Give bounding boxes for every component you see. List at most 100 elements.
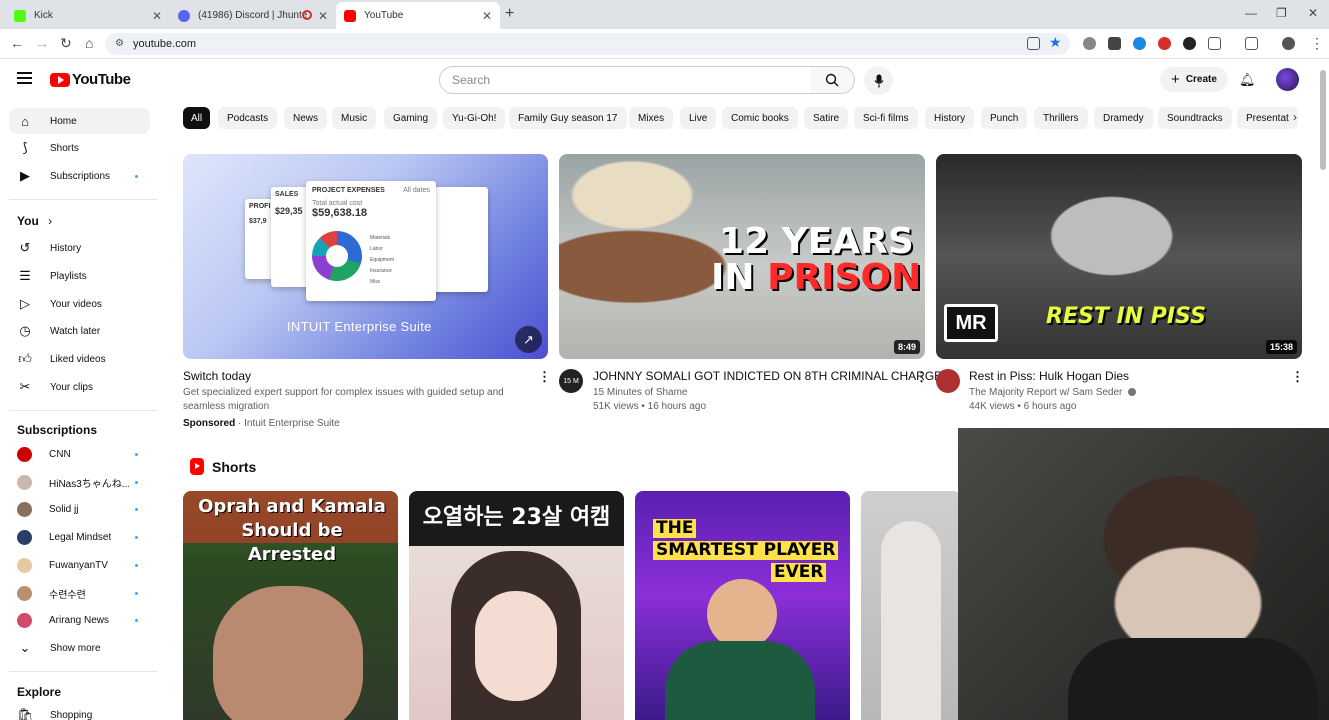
chip-music[interactable]: Music — [332, 107, 377, 129]
more-options-icon[interactable]: ⋮ — [915, 369, 928, 385]
ad-sponsored-line: Sponsored · Intuit Enterprise Suite — [183, 418, 340, 429]
voice-search-button[interactable] — [864, 66, 893, 95]
search-input[interactable]: Search — [439, 66, 811, 94]
chip-satire[interactable]: Satire — [804, 107, 849, 129]
video-title[interactable]: Rest in Piss: Hulk Hogan Dies — [969, 369, 1129, 383]
sidebar-item-playlists[interactable]: ☰ Playlists — [9, 263, 150, 289]
short-card[interactable]: Oprah and Kamala Should be Arrested — [183, 491, 398, 720]
chip-soundtracks[interactable]: Soundtracks — [1158, 107, 1232, 129]
menu-icon[interactable] — [17, 72, 32, 84]
restore-icon[interactable]: ❐ — [1276, 6, 1287, 20]
close-window-icon[interactable]: ✕ — [1308, 6, 1318, 20]
sidebar-item-shorts[interactable]: ⟆ Shorts — [9, 135, 150, 161]
discord-favicon-icon — [178, 9, 190, 22]
short-card[interactable]: THE SMARTEST PLAYER EVER — [635, 491, 850, 720]
more-options-icon[interactable]: ⋮ — [1291, 369, 1304, 385]
bookmark-star-icon[interactable]: ★ — [1049, 34, 1062, 51]
chip-sci-fi-films[interactable]: Sci-fi films — [854, 107, 918, 129]
minimize-icon[interactable]: — — [1245, 6, 1257, 20]
chip-podcasts[interactable]: Podcasts — [218, 107, 278, 129]
chip-comic-books[interactable]: Comic books — [722, 107, 798, 129]
chip-live[interactable]: Live — [680, 107, 717, 129]
reload-icon[interactable]: ↻ — [60, 35, 72, 52]
youtube-logo[interactable]: YouTube — [50, 71, 131, 88]
address-bar[interactable]: ⚙ youtube.com — [105, 33, 1070, 55]
home-browser-icon[interactable]: ⌂ — [85, 35, 93, 51]
sidebar-channel-hinas3[interactable]: HiNas3ちゃんね... — [9, 469, 150, 495]
video-thumbnail[interactable]: MR REST IN PISS 15:38 — [936, 154, 1302, 359]
chip-all[interactable]: All — [183, 107, 210, 129]
sidebar-item-history[interactable]: ↺ History — [9, 235, 150, 261]
notifications-bell-icon[interactable]: 🔔︎ — [1239, 72, 1256, 88]
video-title[interactable]: JOHNNY SOMALI GOT INDICTED ON 8TH CRIMIN… — [593, 369, 942, 383]
extension-icon[interactable] — [1158, 37, 1171, 50]
side-panel-icon[interactable] — [1245, 37, 1258, 50]
close-icon[interactable]: ✕ — [318, 9, 328, 23]
sidebar-channel-solid-jj[interactable]: Solid jj — [9, 496, 150, 522]
site-info-icon[interactable]: ⚙ — [115, 38, 124, 49]
extension-icon[interactable] — [1133, 37, 1146, 50]
sidebar-channel-arirang-news[interactable]: Arirang News — [9, 607, 150, 633]
account-avatar[interactable] — [1276, 68, 1299, 91]
shorts-heading: Shorts — [190, 458, 256, 475]
sidebar-channel-cnn[interactable]: CNN — [9, 441, 150, 467]
external-link-icon[interactable]: ↗ — [515, 326, 542, 353]
create-button[interactable]: + Create — [1160, 67, 1228, 92]
chip-gaming[interactable]: Gaming — [384, 107, 438, 129]
more-options-icon[interactable]: ⋮ — [538, 369, 551, 385]
sidebar-item-subscriptions[interactable]: ▶︎ Subscriptions — [9, 163, 150, 189]
channel-avatar[interactable]: 15 M — [559, 369, 583, 393]
chip-dramedy[interactable]: Dramedy — [1094, 107, 1153, 129]
browser-menu-icon[interactable]: ⋮ — [1310, 35, 1324, 52]
chip-news[interactable]: News — [284, 107, 328, 129]
chip-punch[interactable]: Punch — [981, 107, 1028, 129]
your-videos-icon: ▷ — [20, 296, 30, 311]
chip-history[interactable]: History — [925, 107, 975, 129]
new-tab-button[interactable]: + — [505, 5, 514, 23]
sidebar-channel-fuwanyantv[interactable]: FuwanyanTV — [9, 552, 150, 578]
channel-avatar[interactable] — [936, 369, 960, 393]
sidebar-item-your-clips[interactable]: ✂ Your clips — [9, 374, 150, 400]
sidebar-item-watch-later[interactable]: ◷ Watch later — [9, 318, 150, 344]
video-thumbnail[interactable]: 12 YEARS IN PRISON 8:49 — [559, 154, 925, 359]
sidebar-item-shopping[interactable]: 🛍︎ Shopping — [9, 702, 150, 720]
profile-icon[interactable] — [1282, 37, 1295, 50]
chip-yugioh[interactable]: Yu-Gi-Oh! — [443, 107, 506, 129]
browser-tab-youtube[interactable]: YouTube ✕ — [336, 2, 500, 29]
close-icon[interactable]: ✕ — [152, 9, 162, 23]
you-heading[interactable]: You › — [17, 214, 52, 228]
extension-icon[interactable] — [1108, 37, 1121, 50]
extension-icon[interactable] — [1183, 37, 1196, 50]
browser-tab-discord[interactable]: (41986) Discord | Jhunter, ... ✕ — [170, 2, 336, 29]
channel-name[interactable]: The Majority Report w/ Sam Seder — [969, 387, 1137, 398]
chevron-right-icon[interactable]: › — [1293, 110, 1297, 124]
extension-icon[interactable] — [1083, 37, 1096, 50]
sidebar-channel-suryeon[interactable]: 수련수련 — [9, 580, 150, 606]
chip-thrillers[interactable]: Thrillers — [1034, 107, 1088, 129]
chip-mixes[interactable]: Mixes — [629, 107, 674, 129]
ad-title[interactable]: Switch today — [183, 369, 251, 383]
page-scrollbar[interactable] — [1320, 70, 1326, 170]
ad-thumbnail[interactable]: PROFI $37,9 SALES $29,35 PROJECT EXPENSE… — [183, 154, 548, 359]
sidebar-item-your-videos[interactable]: ▷ Your videos — [9, 291, 150, 317]
cast-icon[interactable] — [1027, 37, 1040, 50]
chip-presentations[interactable]: Presentat — [1237, 107, 1298, 129]
sidebar-item-liked-videos[interactable]: 👍︎ Liked videos — [9, 346, 150, 372]
show-more-button[interactable]: ⌄ Show more — [9, 635, 150, 661]
close-icon[interactable]: ✕ — [482, 9, 492, 23]
extensions-puzzle-icon[interactable] — [1208, 37, 1221, 50]
channel-name[interactable]: 15 Minutes of Shame — [593, 387, 688, 398]
new-content-dot — [135, 535, 138, 539]
sidebar-channel-legal-mindset[interactable]: Legal Mindset — [9, 524, 150, 550]
browser-tab-kick[interactable]: Kick ✕ — [6, 2, 170, 29]
short-card[interactable]: 오열하는 23살 여캠 — [409, 491, 624, 720]
back-icon[interactable]: ← — [10, 35, 24, 51]
verified-icon — [1128, 388, 1137, 396]
chip-family-guy[interactable]: Family Guy season 17 — [509, 107, 627, 129]
short-card[interactable] — [861, 491, 961, 720]
sidebar-item-home[interactable]: ⌂ Home — [9, 108, 150, 134]
search-icon — [825, 73, 839, 87]
forward-icon[interactable]: → — [35, 35, 49, 51]
browser-toolbar: ← → ↻ ⌂ ⚙ youtube.com ★ ⋮ — [0, 29, 1329, 59]
search-button[interactable] — [810, 66, 855, 94]
